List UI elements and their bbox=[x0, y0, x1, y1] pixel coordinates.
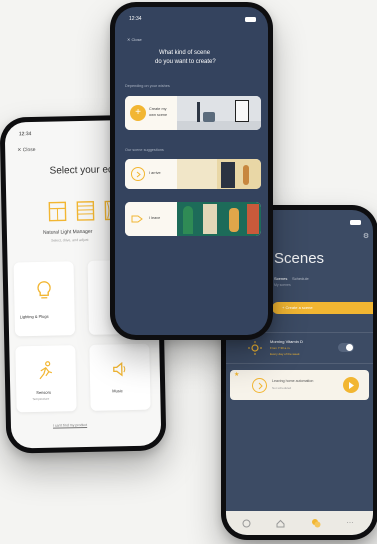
room-floor bbox=[177, 121, 261, 130]
create-own-scene-option[interactable]: + Create my own scene bbox=[125, 96, 261, 130]
create-scene-screen: 12:34 ✕ Close What kind of scene do you … bbox=[115, 7, 268, 335]
option-label-area: I arrive bbox=[125, 159, 177, 189]
scene-title: Leaving home automation bbox=[272, 379, 314, 383]
window-blind-icon bbox=[48, 201, 67, 222]
suggestion-label: I arrive bbox=[149, 171, 161, 175]
tab-scenes[interactable]: Scenes bbox=[274, 276, 287, 281]
arrive-icon bbox=[131, 167, 145, 181]
status-time: 12:34 bbox=[18, 131, 32, 138]
illus-door bbox=[203, 204, 217, 234]
create-label-2: own scene bbox=[149, 113, 168, 117]
shutter-icon bbox=[76, 201, 95, 221]
tile-label: Sensors bbox=[36, 389, 51, 396]
room-illustration bbox=[177, 96, 261, 130]
settings-icon[interactable]: ⚙ bbox=[362, 232, 370, 240]
suggestion-arrive[interactable]: I arrive bbox=[125, 159, 261, 189]
close-link[interactable]: ✕ Close bbox=[127, 37, 142, 42]
phone-create-scene: 12:34 ✕ Close What kind of scene do you … bbox=[110, 2, 273, 340]
scene-title: Morning Vitamin D bbox=[270, 339, 303, 344]
section-subtitle: My scenes bbox=[274, 283, 291, 287]
sun-icon bbox=[248, 341, 262, 355]
scenes-icon[interactable] bbox=[310, 517, 322, 529]
tile-lighting-plugs[interactable]: Lighting & Plugs bbox=[13, 261, 76, 337]
illus-door bbox=[221, 162, 235, 188]
close-label: Close bbox=[131, 37, 142, 42]
close-icon: ✕ bbox=[127, 37, 131, 42]
leave-icon bbox=[131, 213, 143, 225]
illus-plant-right bbox=[247, 204, 259, 234]
scene-sub2: Every day of the week bbox=[270, 352, 300, 356]
status-bar: 12:34 bbox=[129, 15, 256, 23]
suggestion-label: I leave bbox=[149, 216, 161, 220]
section-suggestions: Our scene suggestions bbox=[125, 148, 164, 152]
favorite-star-icon: ★ bbox=[234, 372, 240, 378]
bulb-icon bbox=[34, 280, 54, 302]
suggestion-leave[interactable]: I leave bbox=[125, 202, 261, 236]
arrive-illustration bbox=[177, 159, 261, 189]
play-button[interactable] bbox=[343, 377, 359, 393]
tile-music[interactable]: Music bbox=[89, 343, 151, 411]
speaker-icon bbox=[110, 358, 130, 380]
battery-icon bbox=[245, 16, 256, 22]
tile-sub: Temperature bbox=[32, 396, 50, 402]
room-lamp bbox=[197, 102, 200, 122]
illus-person bbox=[229, 208, 239, 232]
featured-sub: Select, drive, and adjust bbox=[51, 237, 89, 243]
tab-schedule[interactable]: Schedule bbox=[292, 276, 309, 281]
create-label-1: Create my bbox=[149, 107, 167, 111]
scene-sub: Not scheduled bbox=[272, 386, 292, 390]
cant-find-link[interactable]: I can't find my product bbox=[53, 423, 87, 428]
toggle-knob bbox=[346, 344, 353, 351]
create-scene-label: + Create a scene bbox=[282, 305, 313, 310]
close-link[interactable]: ✕ Close bbox=[17, 147, 36, 153]
house-icon[interactable] bbox=[274, 517, 286, 529]
illus-person bbox=[243, 165, 249, 185]
close-label: Close bbox=[22, 146, 36, 154]
tile-label: Lighting & Plugs bbox=[19, 313, 49, 320]
more-icon[interactable]: ⋯ bbox=[344, 517, 356, 529]
option-label-area: I leave bbox=[125, 202, 177, 236]
title-line-1: What kind of scene bbox=[159, 50, 211, 56]
tile-sensors[interactable]: Sensors Temperature bbox=[15, 345, 77, 413]
status-time: 12:34 bbox=[129, 16, 142, 22]
room-chair bbox=[203, 112, 215, 122]
create-scene-button[interactable]: + Create a scene bbox=[272, 302, 373, 314]
scene-card[interactable]: ★ Leaving home automation Not scheduled bbox=[230, 370, 369, 400]
tile-label: Music bbox=[112, 388, 123, 394]
illus-plant-left bbox=[183, 206, 193, 234]
page-title: Scenes bbox=[274, 250, 325, 267]
home-icon[interactable] bbox=[240, 517, 252, 529]
leave-illustration bbox=[177, 202, 261, 236]
bottom-nav: ⋯ bbox=[226, 511, 373, 535]
illus-wall bbox=[177, 159, 217, 189]
close-icon: ✕ bbox=[17, 147, 22, 154]
run-icon bbox=[36, 360, 56, 382]
option-label-area: + Create my own scene bbox=[125, 96, 177, 130]
scene-toggle[interactable] bbox=[338, 343, 354, 352]
room-window bbox=[235, 100, 249, 122]
add-scene-icon: + bbox=[130, 105, 146, 121]
arrive-icon bbox=[252, 378, 267, 393]
battery-icon bbox=[350, 219, 361, 225]
featured-label: Natural Light Manager bbox=[42, 228, 93, 236]
scene-sub: From 7:30 a.m. bbox=[270, 346, 291, 350]
title-line-2: do you want to create? bbox=[155, 59, 216, 65]
section-personal: Depending on your wishes bbox=[125, 84, 170, 88]
